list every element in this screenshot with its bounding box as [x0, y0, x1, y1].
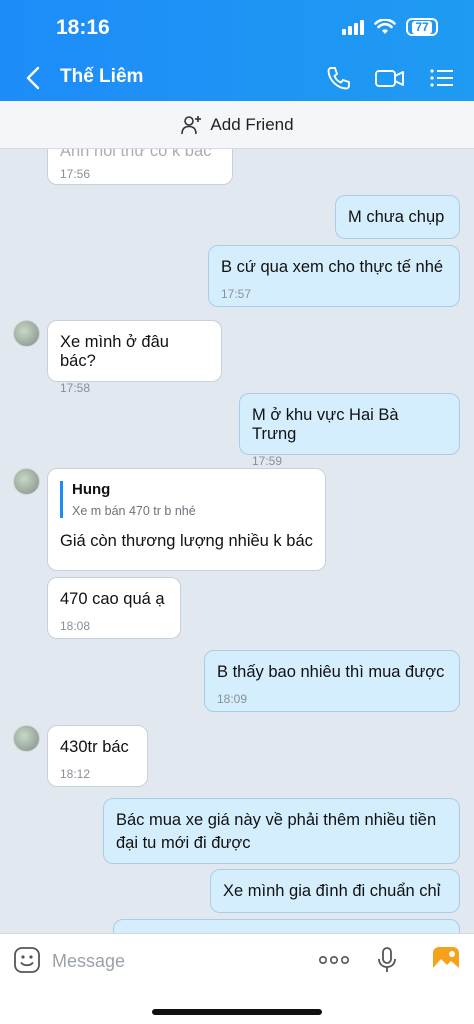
message-time: 17:58 [60, 381, 91, 395]
message-bubble-incoming[interactable]: Anh hỏi thử có k bác 17:56 [47, 149, 233, 185]
message-text: Anh hỏi thử có k bác [60, 149, 212, 160]
message-bubble-incoming[interactable]: 430tr bác 18:12 [47, 725, 148, 787]
message-bubble-outgoing[interactable]: B cứ qua xem cho thực tế nhé 17:57 [208, 245, 460, 307]
header: 18:16 77 Thế Liêm [0, 0, 474, 101]
cellular-signal-icon [342, 19, 364, 35]
message-bubble-outgoing[interactable]: Xe mình gia đình đi chuẩn chỉ [210, 869, 460, 913]
message-text: 430tr bác [60, 738, 129, 756]
status-time: 18:16 [56, 16, 110, 39]
add-friend-button[interactable]: Add Friend [0, 101, 474, 149]
message-list[interactable]: Anh hỏi thử có k bác 17:56 M chưa chụp B… [0, 149, 474, 933]
message-time: 18:12 [60, 767, 91, 781]
message-bubble-outgoing[interactable]: M ở khu vực Hai Bà Trưng 17:59 [239, 393, 460, 468]
microphone-icon[interactable] [376, 946, 398, 974]
sticker-icon[interactable] [13, 946, 41, 974]
photo-gallery-icon[interactable] [432, 946, 460, 974]
message-text: Giá còn thương lượng nhiều k bác [60, 532, 313, 550]
quoted-sender: Hung [72, 481, 111, 498]
message-time: 17:56 [60, 167, 91, 181]
message-text: Xe mình ở đâu bác? [60, 333, 169, 370]
quoted-message[interactable]: Hung Xe m bán 470 tr b nhé [60, 481, 313, 518]
contact-avatar[interactable] [13, 320, 40, 347]
status-icons: 77 [342, 18, 438, 36]
message-bubble-outgoing-partial[interactable] [113, 919, 460, 933]
message-bubble-incoming-reply[interactable]: Hung Xe m bán 470 tr b nhé Giá còn thươn… [47, 468, 326, 571]
list-menu-icon[interactable] [428, 64, 456, 92]
contact-avatar[interactable] [13, 468, 40, 495]
more-options-icon[interactable] [318, 954, 350, 966]
message-time: 17:59 [252, 454, 283, 468]
contact-name[interactable]: Thế Liêm [60, 66, 143, 88]
message-bubble-outgoing[interactable]: B thấy bao nhiêu thì mua được 18:09 [204, 650, 460, 712]
message-bubble-outgoing[interactable]: Bác mua xe giá này về phải thêm nhiều ti… [103, 798, 460, 864]
chat-nav-bar: Thế Liêm [0, 58, 474, 98]
message-time: 18:08 [60, 619, 91, 633]
contact-avatar[interactable] [13, 725, 40, 752]
message-text: M ở khu vực Hai Bà Trưng [252, 406, 399, 443]
add-person-icon [181, 115, 202, 134]
message-bubble-outgoing[interactable]: M chưa chụp [335, 195, 460, 239]
message-time: 17:57 [221, 287, 252, 301]
quoted-text: Xe m bán 470 tr b nhé [72, 504, 196, 518]
add-friend-label: Add Friend [210, 114, 294, 134]
wifi-icon [374, 19, 396, 34]
message-bubble-incoming[interactable]: 470 cao quá ạ 18:08 [47, 577, 181, 639]
home-indicator [152, 1009, 322, 1015]
message-time: 18:09 [217, 692, 248, 706]
battery-icon: 77 [406, 18, 438, 36]
video-call-icon[interactable] [374, 64, 406, 92]
message-text: 470 cao quá ạ [60, 590, 165, 608]
message-text: M chưa chụp [348, 208, 445, 226]
battery-level: 77 [412, 20, 432, 34]
message-text: B cứ qua xem cho thực tế nhé [221, 258, 444, 276]
message-input[interactable]: Message [52, 951, 125, 972]
message-text: Xe mình gia đình đi chuẩn chỉ [223, 882, 441, 900]
phone-call-icon[interactable] [325, 64, 353, 92]
message-bubble-incoming[interactable]: Xe mình ở đâu bác? 17:58 [47, 320, 222, 395]
message-text: Bác mua xe giá này về phải thêm nhiều ti… [116, 811, 437, 852]
message-text: B thấy bao nhiêu thì mua được [217, 663, 445, 681]
back-arrow-icon[interactable] [22, 64, 46, 92]
